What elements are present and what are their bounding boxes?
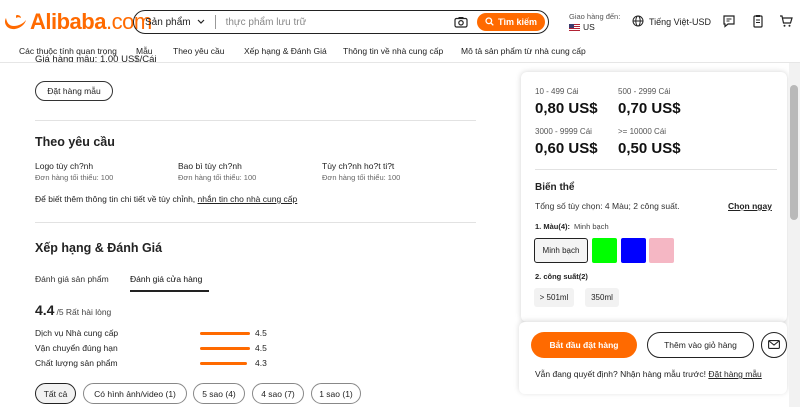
scrollbar-thumb[interactable] bbox=[790, 85, 798, 220]
select-now-link[interactable]: Chọn ngay bbox=[728, 201, 772, 211]
undecided-note: Vẫn đang quyết định? Nhận hàng mẫu trước… bbox=[535, 369, 762, 379]
nav-item-product-description[interactable]: Mô tả sản phẩm từ nhà cung cấp bbox=[461, 46, 586, 56]
search-icon bbox=[485, 16, 494, 28]
panel-divider bbox=[535, 169, 777, 170]
price-tier-price: 0,60 US$ bbox=[535, 140, 598, 157]
us-flag-icon bbox=[569, 23, 580, 31]
customization-title: Theo yêu cầu bbox=[35, 135, 115, 149]
metric-value: 4.3 bbox=[255, 358, 267, 368]
language-selector[interactable]: Tiếng Việt-USD bbox=[632, 15, 711, 29]
price-tier-price: 0,80 US$ bbox=[535, 100, 598, 117]
ship-to-country: US bbox=[583, 22, 595, 32]
search-bar: Sản phẩm thực phẩm lưu trữ Tìm kiếm bbox=[133, 10, 549, 34]
customization-note: Để biết thêm thông tin chi tiết về tùy c… bbox=[35, 194, 297, 204]
message-supplier-link[interactable]: nhắn tin cho nhà cung cấp bbox=[198, 194, 298, 204]
price-tier-price: 0,50 US$ bbox=[618, 140, 681, 157]
chevron-down-icon bbox=[197, 17, 205, 28]
tab-product-reviews[interactable]: Đánh giá sản phẩm bbox=[35, 274, 109, 284]
search-button[interactable]: Tìm kiếm bbox=[476, 13, 545, 31]
cart-icon[interactable] bbox=[779, 14, 793, 28]
metric-value: 4.5 bbox=[255, 328, 267, 338]
rating-score-value: 4.4 bbox=[35, 302, 55, 318]
capacity-label: 2. công suất(2) bbox=[535, 272, 588, 281]
reviews-title: Xếp hạng & Đánh Giá bbox=[35, 241, 163, 255]
order-sample-button[interactable]: Đặt hàng mẫu bbox=[35, 81, 113, 101]
nav-item-ratings[interactable]: Xếp hạng & Đánh Giá bbox=[244, 46, 327, 56]
capacity-option[interactable]: 350ml bbox=[585, 288, 619, 307]
mail-icon bbox=[768, 336, 780, 354]
variants-title: Biến thể bbox=[535, 182, 575, 193]
active-tab-underline bbox=[130, 290, 209, 292]
color-option-green[interactable] bbox=[592, 238, 617, 263]
rating-score: 4.4 /5 Rất hài lòng bbox=[35, 302, 111, 318]
custom-option-name: Tùy ch?nh ho?t ti?t bbox=[322, 161, 395, 171]
price-tier-price: 0,70 US$ bbox=[618, 100, 681, 117]
undecided-text: Vẫn đang quyết định? Nhận hàng mẫu trước… bbox=[535, 369, 706, 379]
filter-4-star[interactable]: 4 sao (7) bbox=[252, 383, 304, 404]
price-tier-range: 3000 - 9999 Cái bbox=[535, 127, 592, 136]
customization-note-text: Để biết thêm thông tin chi tiết về tùy c… bbox=[35, 194, 196, 204]
section-divider bbox=[35, 120, 476, 121]
ship-to-label: Giao hàng đến: bbox=[569, 12, 621, 21]
custom-option-name: Logo tùy ch?nh bbox=[35, 161, 94, 171]
alibaba-logo[interactable]: Alibaba.com bbox=[2, 9, 152, 35]
search-input[interactable]: thực phẩm lưu trữ bbox=[226, 17, 453, 28]
camera-icon[interactable] bbox=[453, 15, 469, 29]
filter-1-star[interactable]: 1 sao (1) bbox=[311, 383, 361, 404]
metric-label: Dịch vụ Nhà cung cấp bbox=[35, 328, 119, 338]
custom-option-name: Bao bì tùy ch?nh bbox=[178, 161, 242, 171]
metric-label: Vận chuyển đúng hạn bbox=[35, 343, 118, 353]
orders-icon[interactable] bbox=[751, 14, 765, 28]
alibaba-smile-icon bbox=[2, 11, 28, 33]
price-tier-range: >= 10000 Cái bbox=[618, 127, 667, 136]
start-order-button[interactable]: Bắt đầu đặt hàng bbox=[531, 332, 637, 358]
add-to-cart-button[interactable]: Thêm vào giỏ hàng bbox=[647, 332, 754, 358]
capacity-option[interactable]: > 501ml bbox=[534, 288, 574, 307]
metric-label: Chất lượng sản phẩm bbox=[35, 358, 118, 368]
nav-item-supplier-info[interactable]: Thông tin về nhà cung cấp bbox=[343, 46, 443, 56]
custom-option-min: Đơn hàng tối thiểu: 100 bbox=[178, 173, 257, 182]
color-selected-name: Minh bạch bbox=[574, 222, 609, 231]
filter-with-media[interactable]: Có hình ảnh/video (1) bbox=[83, 383, 187, 404]
variants-summary: Tổng số tùy chọn: 4 Màu; 2 công suất. bbox=[535, 201, 680, 211]
ship-to-selector[interactable]: Giao hàng đến: US bbox=[569, 12, 620, 32]
custom-option-min: Đơn hàng tối thiểu: 100 bbox=[322, 173, 401, 182]
chat-button[interactable] bbox=[761, 332, 787, 358]
color-label-text: 1. Màu(4): bbox=[535, 222, 571, 231]
order-sample-link[interactable]: Đặt hàng mẫu bbox=[708, 369, 761, 379]
nav-divider bbox=[0, 62, 800, 63]
rating-score-label: /5 Rất hài lòng bbox=[56, 307, 112, 317]
color-label: 1. Màu(4): Minh bạch bbox=[535, 222, 609, 231]
tab-store-reviews[interactable]: Đánh giá cửa hàng bbox=[130, 274, 202, 284]
order-actions-panel: Bắt đầu đặt hàng Thêm vào giỏ hàng Vẫn đ… bbox=[519, 322, 787, 394]
language-label: Tiếng Việt-USD bbox=[649, 17, 712, 27]
search-category-label: Sản phẩm bbox=[145, 16, 191, 28]
nav-item-customization[interactable]: Theo yêu cầu bbox=[173, 46, 225, 56]
custom-option-min: Đơn hàng tối thiểu: 100 bbox=[35, 173, 114, 182]
globe-icon bbox=[632, 15, 644, 29]
purchase-panel: 10 - 499 Cái 0,80 US$ 500 - 2999 Cái 0,7… bbox=[521, 72, 787, 322]
filter-5-star[interactable]: 5 sao (4) bbox=[193, 383, 245, 404]
logo-text: Alibaba bbox=[30, 9, 106, 34]
color-option-blue[interactable] bbox=[621, 238, 646, 263]
metric-bar bbox=[200, 332, 250, 335]
search-button-label: Tìm kiếm bbox=[497, 17, 537, 27]
color-option-pink[interactable] bbox=[649, 238, 674, 263]
metric-bar bbox=[200, 362, 247, 365]
search-category-select[interactable]: Sản phẩm bbox=[145, 15, 216, 29]
price-tier-range: 500 - 2999 Cái bbox=[618, 87, 671, 96]
message-icon[interactable] bbox=[722, 14, 736, 28]
color-option-clear[interactable]: Minh bạch bbox=[534, 238, 588, 263]
section-divider bbox=[35, 222, 476, 223]
metric-value: 4.5 bbox=[255, 343, 267, 353]
metric-bar bbox=[200, 347, 250, 350]
price-tier-range: 10 - 499 Cái bbox=[535, 87, 579, 96]
filter-all[interactable]: Tất cả bbox=[35, 383, 76, 404]
